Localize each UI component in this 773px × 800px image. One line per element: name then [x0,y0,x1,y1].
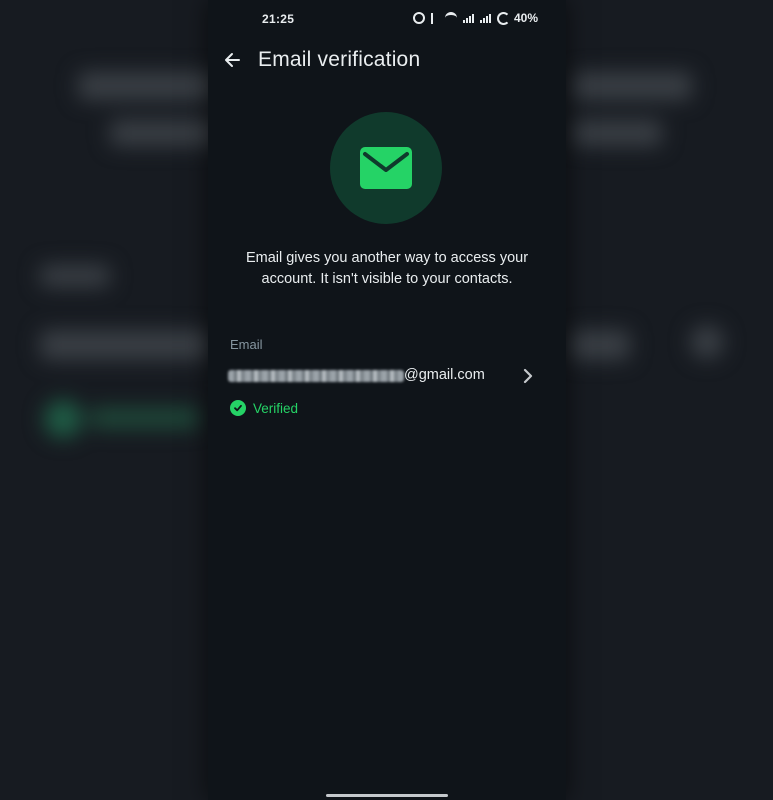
chevron-right-icon [518,364,538,388]
bluetooth-icon [430,12,439,24]
wifi-icon [444,11,457,25]
status-icons: 40% [412,11,538,25]
envelope-icon [360,147,412,189]
home-indicator[interactable] [326,794,448,797]
bg-blur-block [90,408,200,428]
signal-icon [462,13,474,23]
bg-blur-block [110,120,220,146]
battery-icon [496,11,510,25]
email-domain: @gmail.com [404,367,485,383]
arrow-left-icon [225,53,240,67]
description-text: Email gives you another way to access yo… [245,250,529,287]
bg-blur-block [40,265,110,287]
app-bar: Email verification [208,44,566,76]
bg-blur-block [78,72,218,100]
bg-blur-block [690,325,724,359]
bg-blur-block [572,72,692,100]
screen: 21:25 40% Email verification Email gives… [0,0,773,800]
bg-blur-block [570,330,630,360]
verified-label: Verified [253,400,299,416]
email-redacted-username [228,370,404,382]
status-time: 21:25 [262,12,295,26]
check-circle-icon [230,400,246,416]
phone-screen: 21:25 40% Email verification Email gives… [208,0,566,800]
hero-illustration [330,112,442,224]
alarm-icon [412,12,425,24]
bg-blur-block [572,120,662,146]
status-bar: 21:25 40% [208,8,566,30]
back-button[interactable] [218,46,246,74]
battery-level: 40% [513,11,538,25]
verified-status: Verified [230,400,298,416]
bg-blur-block [44,400,82,438]
signal-icon [479,13,491,23]
email-label: Email [230,337,263,352]
email-row[interactable]: @gmail.com [208,362,566,394]
bg-blur-block [40,330,210,360]
page-title: Email verification [258,48,421,71]
